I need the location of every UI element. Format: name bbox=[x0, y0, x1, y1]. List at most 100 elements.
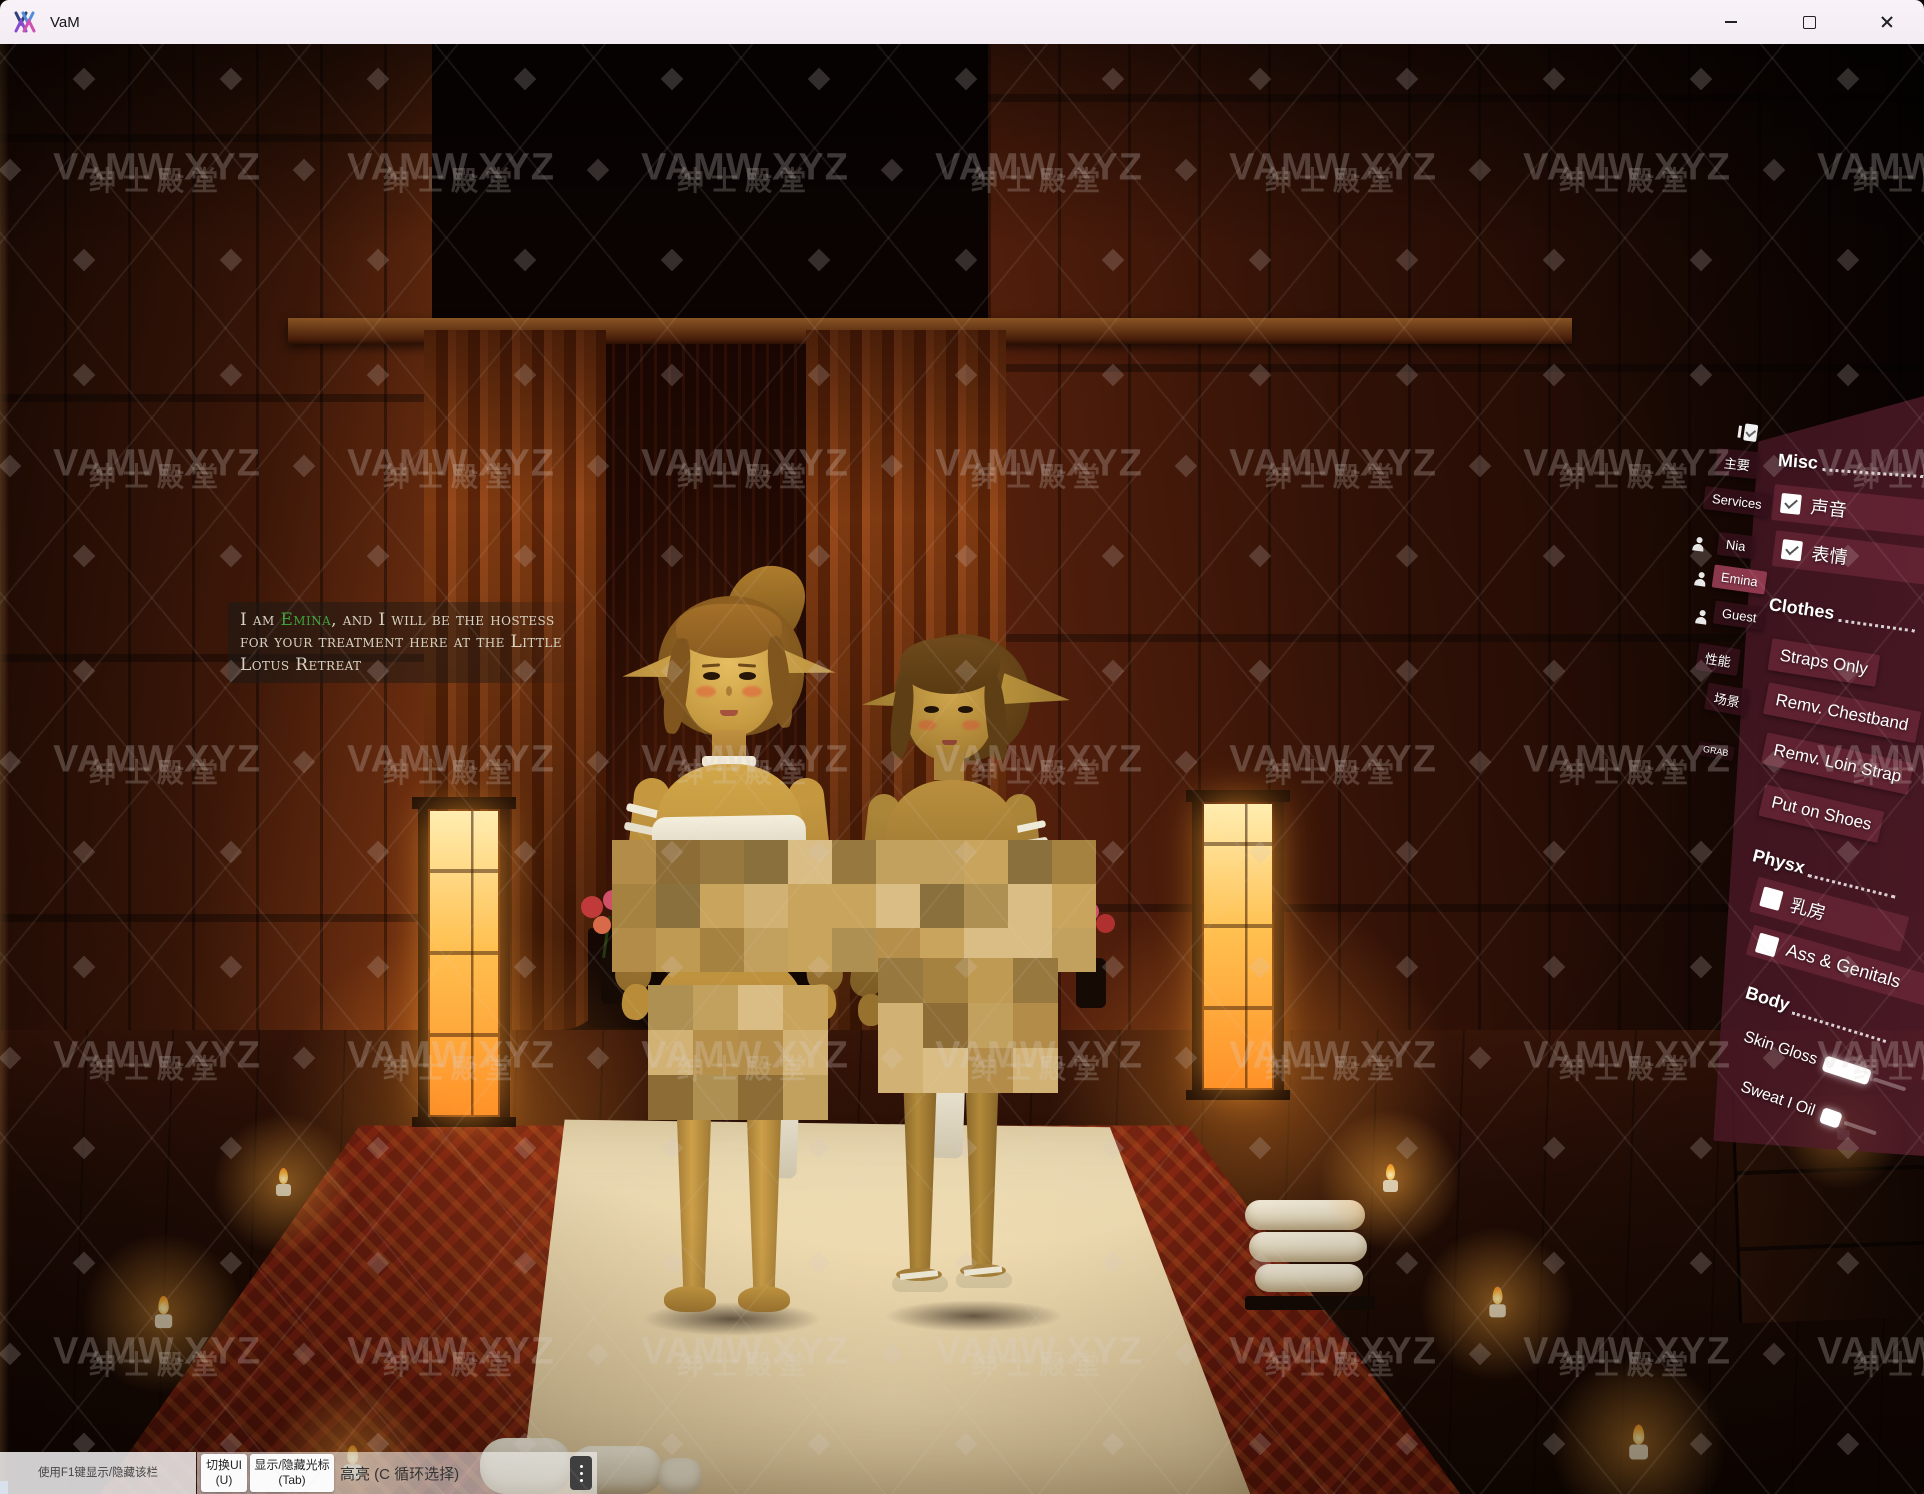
checkbox-label: 表情 bbox=[1810, 540, 1849, 570]
fig2-blush-left bbox=[918, 720, 936, 730]
highlight-label: 高亮 (C 循环选择) bbox=[340, 1452, 459, 1494]
wall-edge-highlight bbox=[0, 44, 9, 1494]
vam-logo-icon bbox=[14, 10, 40, 34]
candle-flame bbox=[1633, 1425, 1644, 1445]
fig1-eye-right bbox=[739, 672, 756, 680]
mosaic-cell bbox=[923, 1003, 968, 1048]
candle-body bbox=[1489, 1304, 1506, 1317]
mosaic-cell bbox=[878, 1003, 923, 1048]
mosaic-cell bbox=[788, 840, 832, 884]
title-bar: VaM bbox=[0, 0, 1924, 44]
toolbar-button-toggle-cursor[interactable]: 显示/隐藏光标(Tab) bbox=[250, 1454, 334, 1492]
vam-window: I am Emina, and I will be the hostess fo… bbox=[0, 0, 1924, 1494]
mosaic-cell bbox=[648, 1075, 693, 1120]
dialog-box: I am Emina, and I will be the hostess fo… bbox=[228, 602, 584, 683]
mosaic-cell bbox=[968, 1003, 1013, 1048]
checkbox-box bbox=[1755, 932, 1780, 957]
mosaic-cell bbox=[738, 1075, 783, 1120]
candle-body bbox=[155, 1314, 172, 1328]
mosaic-cell bbox=[923, 958, 968, 1003]
checkbox-box bbox=[1780, 493, 1802, 515]
mosaic-cell bbox=[964, 840, 1008, 884]
mosaic-cell bbox=[612, 928, 656, 972]
fig2-hair-strand-left bbox=[888, 675, 916, 759]
fig1-hair-front bbox=[676, 604, 782, 658]
mosaic-cell bbox=[876, 840, 920, 884]
candle bbox=[1475, 1273, 1519, 1330]
mosaic-cell bbox=[738, 985, 783, 1030]
fig2-blush-right bbox=[962, 720, 980, 730]
mosaic-cell bbox=[832, 884, 876, 928]
candle bbox=[140, 1282, 186, 1342]
mosaic-cell bbox=[1052, 884, 1096, 928]
mosaic-cell bbox=[656, 928, 700, 972]
mosaic-cell bbox=[738, 1030, 783, 1075]
mosaic-cell bbox=[744, 928, 788, 972]
check-icon bbox=[1745, 427, 1756, 437]
header-label: Misc bbox=[1777, 450, 1818, 474]
fig1-foot-left bbox=[664, 1286, 716, 1312]
mosaic-cell bbox=[878, 958, 923, 1003]
censor-mosaic-hip-right bbox=[878, 958, 1058, 1093]
maximize-button[interactable] bbox=[1786, 0, 1832, 44]
sidebar-item-nia[interactable]: Nia bbox=[1717, 532, 1755, 559]
mosaic-cell bbox=[612, 884, 656, 928]
mosaic-cell bbox=[700, 884, 744, 928]
mosaic-cell bbox=[878, 1048, 923, 1093]
mosaic-cell bbox=[920, 840, 964, 884]
mosaic-cell bbox=[783, 1030, 828, 1075]
mosaic-cell bbox=[648, 985, 693, 1030]
mosaic-cell bbox=[693, 1030, 738, 1075]
mosaic-cell bbox=[648, 1030, 693, 1075]
fig2-shadow bbox=[884, 1300, 1064, 1332]
check-icon bbox=[1785, 542, 1799, 555]
button-hotkey: (U) bbox=[216, 1473, 233, 1488]
button-hotkey: (Tab) bbox=[278, 1473, 305, 1488]
person-icon bbox=[1694, 609, 1709, 626]
dialog-speaker-name: Emina bbox=[280, 610, 331, 630]
mosaic-cell bbox=[923, 1048, 968, 1093]
checkbox-box bbox=[1759, 886, 1783, 910]
mosaic-cell bbox=[612, 840, 656, 884]
mosaic-cell bbox=[968, 1048, 1013, 1093]
candle-body bbox=[1383, 1180, 1398, 1192]
person-icon-head bbox=[1696, 537, 1703, 544]
mosaic-cell bbox=[788, 928, 832, 972]
mosaic-cell bbox=[744, 884, 788, 928]
censor-mosaic-chest bbox=[612, 840, 1096, 972]
mosaic-cell bbox=[656, 884, 700, 928]
paper-lantern-left bbox=[400, 795, 530, 1140]
mosaic-cell bbox=[783, 985, 828, 1030]
slider-track bbox=[1873, 1077, 1907, 1091]
scene-viewport: I am Emina, and I will be the hostess fo… bbox=[0, 0, 1924, 1494]
person-icon-body bbox=[1695, 616, 1707, 624]
panel-pin-checkbox[interactable] bbox=[1737, 423, 1762, 446]
fig1-blush-right bbox=[742, 686, 762, 697]
candle-flame bbox=[279, 1168, 288, 1184]
person-icon bbox=[1693, 571, 1708, 588]
mosaic-cell bbox=[700, 840, 744, 884]
toolbar-hint: 使用F1键显示/隐藏该栏 bbox=[0, 1452, 196, 1494]
mosaic-cell bbox=[1008, 884, 1052, 928]
mosaic-cell bbox=[832, 928, 876, 972]
candle-flame bbox=[1386, 1164, 1395, 1180]
checkbox-label: 乳房 bbox=[1787, 891, 1829, 925]
toolbar-button-toggle-ui[interactable]: 切换UI(U) bbox=[201, 1454, 247, 1492]
person-icon-head bbox=[1699, 610, 1706, 617]
candle bbox=[1613, 1410, 1663, 1475]
fig2-eye-right bbox=[958, 706, 973, 713]
mosaic-cell bbox=[783, 1075, 828, 1120]
more-button[interactable] bbox=[570, 1456, 592, 1490]
mosaic-cell bbox=[968, 958, 1013, 1003]
minimize-button[interactable] bbox=[1708, 0, 1754, 44]
censor-mosaic-hip-left bbox=[648, 985, 828, 1120]
sidebar-item-main[interactable]: 主要 bbox=[1715, 448, 1760, 479]
close-button[interactable] bbox=[1864, 0, 1910, 44]
person-icon-body bbox=[1694, 578, 1706, 586]
mosaic-cell bbox=[744, 840, 788, 884]
dialog-text: I am bbox=[240, 610, 280, 630]
candle-body bbox=[276, 1184, 291, 1196]
mosaic-cell bbox=[876, 884, 920, 928]
close-icon bbox=[1880, 15, 1894, 29]
person-icon bbox=[1691, 536, 1706, 552]
